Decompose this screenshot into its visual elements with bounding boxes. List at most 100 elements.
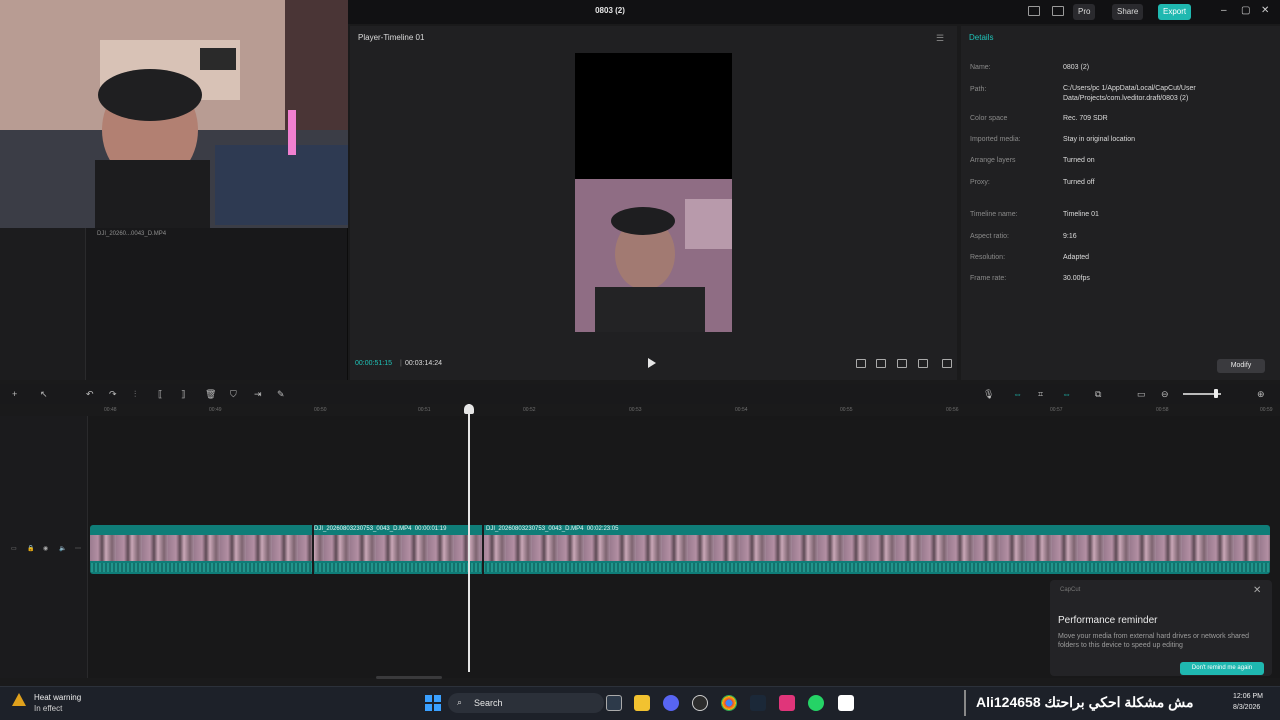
ruler-tick: 00:56 [946,407,959,413]
steam-icon[interactable] [750,695,766,711]
detail-label-imported-media: Imported media: [970,136,1021,143]
snap-icon[interactable]: ⌗ [1038,389,1043,400]
keyboard-icon[interactable] [918,359,928,368]
capcut-pink-icon[interactable] [779,695,795,711]
video-track[interactable]: DJI_20260803230753_0043_D.MP4 00:00:01:1… [90,525,1270,574]
clip-1-label[interactable]: DJI_20260803230753_0043_D.MP4 00:00:01:1… [314,526,446,532]
detail-label-aspect-ratio: Aspect ratio: [970,233,1009,240]
track-cover-icon[interactable]: ▭ [11,545,17,552]
linkage-icon[interactable]: ⇔ [1062,389,1071,399]
playhead-handle[interactable] [464,404,474,414]
taskbar-search[interactable] [448,693,604,713]
detail-label-proxy: Proxy: [970,179,990,186]
dont-remind-button[interactable]: Don't remind me again [1180,662,1264,675]
layout-icon[interactable] [1028,6,1040,16]
detail-value-timeline-name: Timeline 01 [1063,211,1099,218]
clip-2-name: DJI_20260803230753_0043_D.MP4 [486,526,584,532]
player-title: Player-Timeline 01 [358,33,425,42]
media-filename[interactable]: DJI_20260...0043_D.MP4 [97,231,166,237]
undo-icon[interactable]: ↶ [86,389,94,400]
windows-start-icon[interactable] [425,695,441,711]
detail-label-timeline-name: Timeline name: [970,211,1018,218]
ratio-icon[interactable] [876,359,886,368]
quality-icon[interactable] [856,359,866,368]
obs-icon[interactable] [692,695,708,711]
discord-icon[interactable] [663,695,679,711]
preview-axis-icon[interactable]: ⧉ [1095,389,1101,400]
task-view-icon[interactable] [606,695,622,711]
zoom-out-icon[interactable]: ⊖ [1161,389,1169,400]
fullscreen-icon[interactable] [942,359,952,368]
maximize-icon[interactable]: ▢ [1241,5,1250,16]
select-tool-icon[interactable]: ↖ [40,389,48,400]
shortcuts-icon[interactable] [1052,6,1064,16]
player-menu-icon[interactable]: ☰ [936,33,944,44]
timecode-total: 00:03:14:24 [405,360,442,367]
detail-value-aspect-ratio: 9:16 [1063,233,1077,240]
play-icon[interactable] [648,358,656,368]
warning-icon[interactable] [12,693,26,706]
timecode-current: 00:00:51:15 [355,360,392,367]
ruler-tick: 00:49 [209,407,222,413]
clock-date[interactable]: 8/3/2026 [1233,704,1260,711]
visibility-icon[interactable]: ◉ [43,545,48,552]
ruler-tick: 00:50 [314,407,327,413]
delete-icon[interactable]: 🗑 [205,389,216,400]
detail-label-path: Path: [970,86,987,93]
timecode-separator: | [400,360,402,367]
marker-icon[interactable]: ⛉ [230,389,237,400]
split-icon[interactable]: ⫶ [134,389,136,400]
more-icon[interactable]: ⋯ [75,545,81,552]
timeline-scrollbar[interactable] [376,676,442,679]
stream-overlay-text: Ali124658 مش مشكلة احكي براحتك [976,694,1194,710]
video-preview[interactable] [575,179,732,332]
modify-button[interactable]: Modify [1217,359,1265,373]
main-track-link-icon[interactable]: ⇔ [1013,389,1022,399]
search-label: Search [474,698,503,708]
file-explorer-icon[interactable] [634,695,650,711]
ruler-tick: 00:53 [629,407,642,413]
close-icon[interactable]: ✕ [1261,5,1269,16]
clip-2-label[interactable]: DJI_20260803230753_0043_D.MP4 00:02:23:0… [486,526,618,532]
detail-label-arrange-layers: Arrange layers [970,157,1016,164]
details-title[interactable]: Details [969,33,993,42]
freeze-icon[interactable]: ⇥ [254,389,262,400]
pro-button[interactable]: Pro [1073,4,1096,20]
clip-divider [312,525,314,574]
minimize-icon[interactable]: – [1221,5,1227,16]
whatsapp-icon[interactable] [808,695,824,711]
window-title: 0803 (2) [595,6,625,15]
fit-icon[interactable] [897,359,907,368]
zoom-in-icon[interactable]: ⊕ [1257,389,1265,400]
detail-label-color-space: Color space [970,115,1008,122]
chrome-icon[interactable] [721,695,737,711]
close-icon[interactable]: ✕ [1253,585,1261,596]
caption-icon[interactable]: ▭ [1137,389,1146,400]
popup-title: Performance reminder [1058,615,1158,626]
detail-label-name: Name: [970,64,991,71]
edit-pen-icon[interactable]: ✎ [277,389,285,400]
export-button[interactable]: Export [1158,4,1192,20]
trim-right-icon[interactable]: ⟧ [181,389,185,400]
popup-body: Move your media from external hard drive… [1058,633,1250,649]
audio-icon[interactable]: 🔈 [59,545,66,552]
detail-label-frame-rate: Frame rate: [970,275,1007,282]
zoom-slider-handle[interactable] [1214,389,1218,398]
detail-value-path: C:/Users/pc 1/AppData/Local/CapCut/User … [1063,85,1196,102]
detail-value-frame-rate: 30.00fps [1063,275,1090,282]
lock-icon[interactable]: 🔒 [27,545,34,552]
redo-icon[interactable]: ↷ [109,389,117,400]
search-icon: ⌕ [457,697,463,707]
weather-warning-title[interactable]: Heat warning [34,693,81,702]
share-button[interactable]: Share [1112,4,1144,20]
add-track-icon[interactable]: + [12,389,17,399]
capcut-icon[interactable] [838,695,854,711]
trim-left-icon[interactable]: ⟦ [158,389,162,400]
clip-2-duration: 00:02:23:05 [586,526,619,532]
microphone-icon[interactable]: 🎙 [983,389,994,400]
playhead[interactable] [468,404,470,672]
detail-label-resolution: Resolution: [970,254,1006,261]
clock-time[interactable]: 12:06 PM [1233,693,1263,700]
video-preview-black-area [575,53,732,179]
detail-value-color-space: Rec. 709 SDR [1063,115,1108,122]
